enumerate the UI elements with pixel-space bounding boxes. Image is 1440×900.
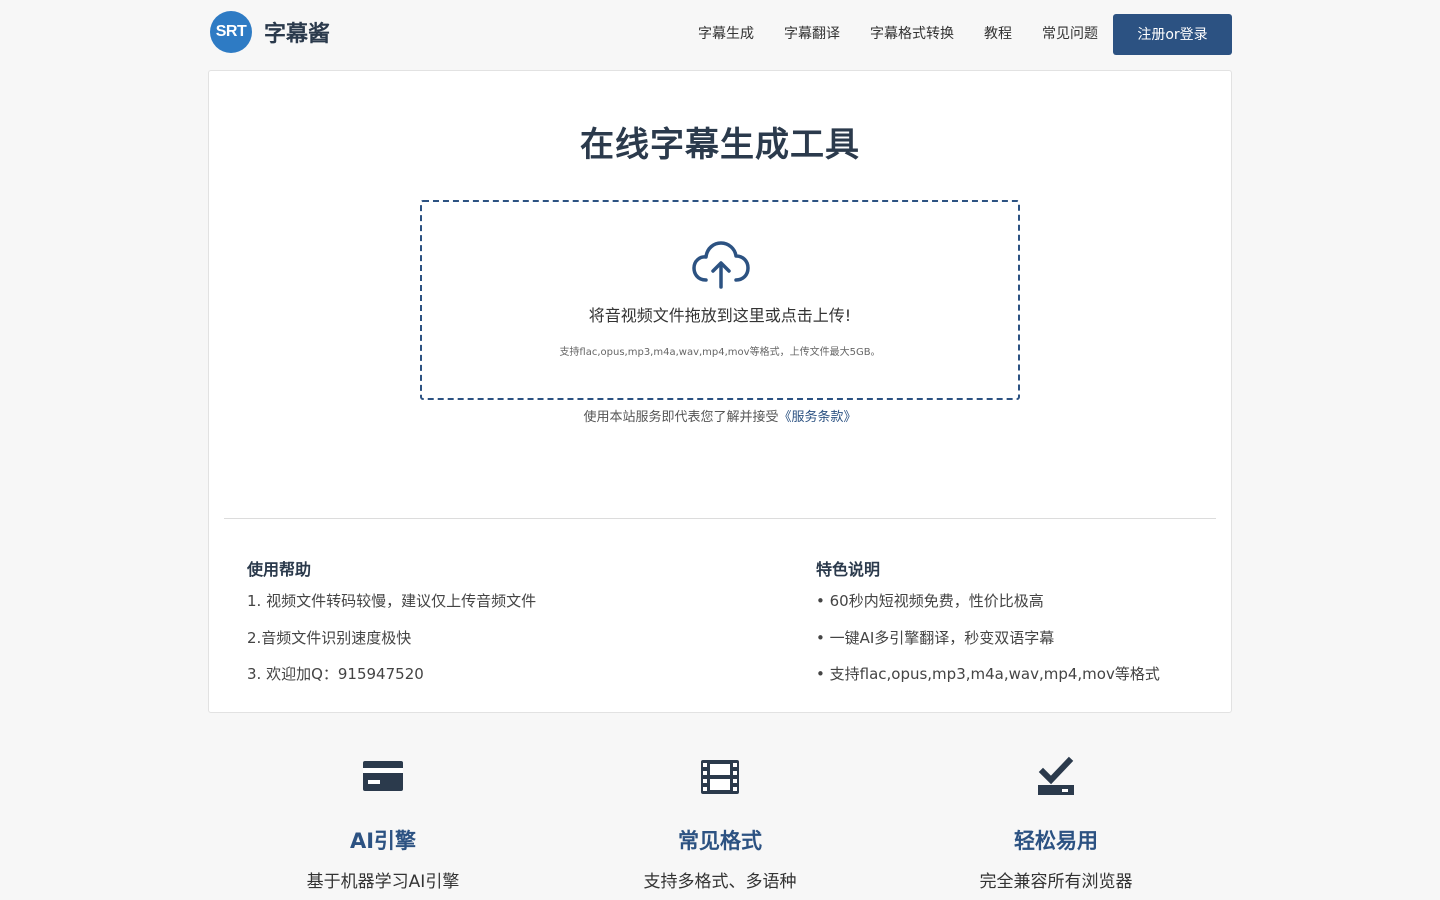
feature-desc: 完全兼容所有浏览器 [979, 872, 1133, 892]
feature-desc: 支持多格式、多语种 [643, 872, 797, 892]
nav-tutorial[interactable]: 教程 [984, 13, 1012, 55]
specs-item: • 一键AI多引擎翻译，秒变双语字幕 [816, 629, 1055, 647]
divider [224, 518, 1216, 519]
specs-item: • 60秒内短视频免费，性价比极高 [816, 592, 1044, 610]
nav-format-convert[interactable]: 字幕格式转换 [870, 13, 954, 55]
help-item: 3. 欢迎加Q：915947520 [247, 665, 424, 683]
specs-title: 特色说明 [816, 560, 881, 579]
logo-text: 字幕酱 [264, 22, 331, 47]
upload-dropzone[interactable]: 将音视频文件拖放到这里或点击上传! 支持flac,opus,mp3,m4a,wa… [420, 200, 1020, 400]
feature-ai-engine: AI引擎 基于机器学习AI引擎 [233, 755, 533, 892]
help-title: 使用帮助 [247, 560, 312, 579]
main-card: 在线字幕生成工具 将音视频文件拖放到这里或点击上传! 支持flac,opus,m… [208, 70, 1232, 713]
check-tray-icon [1038, 756, 1074, 795]
terms-notice: 使用本站服务即代表您了解并接受《服务条款》 [209, 406, 1231, 425]
logo[interactable]: SRT 字幕酱 [210, 11, 330, 53]
help-item: 2.音频文件识别速度极快 [247, 629, 412, 647]
feature-easy-use: 轻松易用 完全兼容所有浏览器 [906, 755, 1206, 892]
dropzone-text: 将音视频文件拖放到这里或点击上传! [588, 306, 852, 325]
feature-title: 常见格式 [678, 829, 762, 853]
main-nav: 字幕生成 字幕翻译 字幕格式转换 教程 常见问题 注册or登录 [698, 13, 1232, 55]
feature-title: 轻松易用 [1014, 829, 1098, 853]
feature-desc: 基于机器学习AI引擎 [306, 872, 460, 892]
terms-text: 使用本站服务即代表您了解并接受 [583, 410, 779, 425]
specs-item: • 支持flac,opus,mp3,m4a,wav,mp4,mov等格式 [816, 665, 1160, 683]
help-item: 1. 视频文件转码较慢，建议仅上传音频文件 [247, 592, 537, 610]
nav-subtitle-translate[interactable]: 字幕翻译 [784, 13, 840, 55]
nav-subtitle-generate[interactable]: 字幕生成 [698, 13, 754, 55]
logo-badge: SRT [210, 11, 252, 53]
feature-common-formats: 常见格式 支持多格式、多语种 [570, 755, 870, 892]
site-header: SRT 字幕酱 字幕生成 字幕翻译 字幕格式转换 教程 常见问题 注册or登录 [0, 0, 1440, 66]
terms-link[interactable]: 《服务条款》 [779, 410, 857, 425]
nav-faq[interactable]: 常见问题 [1042, 13, 1098, 55]
film-icon [701, 760, 739, 794]
page-title: 在线字幕生成工具 [580, 125, 860, 165]
dropzone-hint: 支持flac,opus,mp3,m4a,wav,mp4,mov等格式，上传文件最… [559, 347, 881, 358]
login-button[interactable]: 注册or登录 [1113, 13, 1232, 55]
cloud-upload-icon [692, 241, 750, 289]
feature-title: AI引擎 [349, 829, 417, 853]
credit-card-icon [363, 761, 403, 791]
